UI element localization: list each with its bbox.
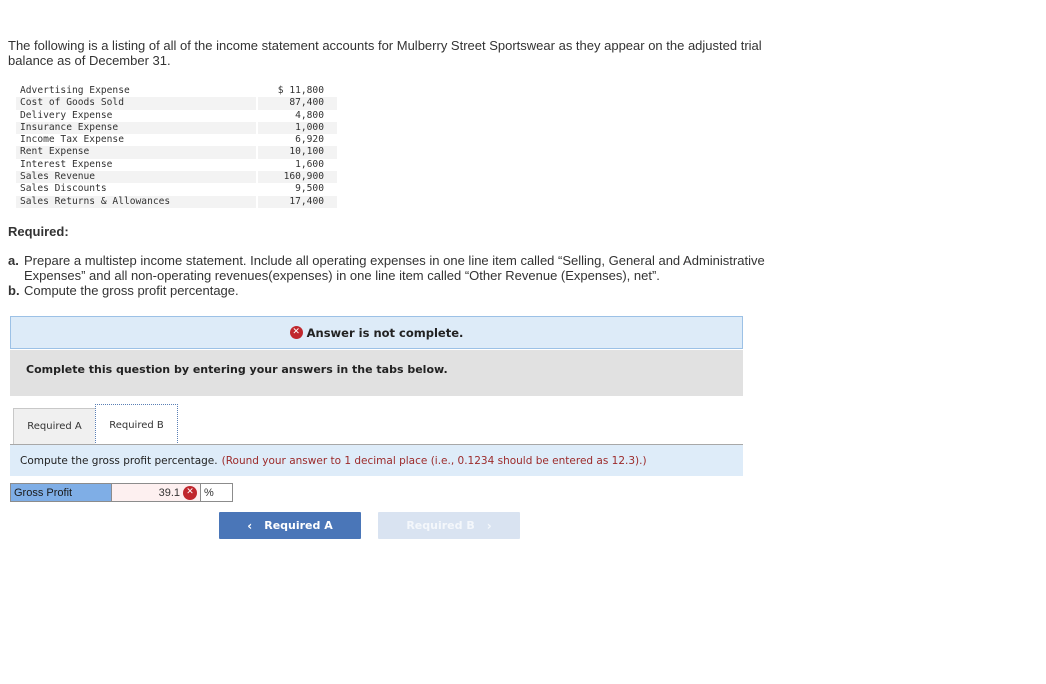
- tab-required-b[interactable]: Required B: [95, 404, 178, 445]
- table-row: Sales Returns & Allowances 17,400: [16, 195, 337, 208]
- table-row: Sales Revenue 160,900: [16, 171, 337, 184]
- table-row: Rent Expense 10,100: [16, 146, 337, 159]
- account-amount: 9,500: [256, 183, 337, 196]
- answer-row: Gross Profit 39.1 ✕ %: [10, 483, 233, 502]
- table-row: Advertising Expense $ 11,800: [16, 85, 337, 98]
- account-amount: 6,920: [256, 134, 337, 147]
- question-text: Compute the gross profit percentage.: [20, 454, 218, 467]
- required-item-a: a. Prepare a multistep income statement. …: [8, 253, 808, 283]
- required-item-b: b. Compute the gross profit percentage.: [8, 283, 808, 298]
- account-amount: 10,100: [256, 146, 337, 159]
- table-row: Sales Discounts 9,500: [16, 183, 337, 196]
- table-row: Cost of Goods Sold 87,400: [16, 97, 337, 110]
- account-amount: 4,800: [256, 109, 337, 122]
- answer-status-text: Answer is not complete.: [306, 325, 464, 340]
- item-text: Prepare a multistep income statement. In…: [24, 253, 765, 283]
- account-name: Insurance Expense: [16, 121, 257, 135]
- item-text: Compute the gross profit percentage.: [24, 283, 239, 298]
- table-row: Interest Expense 1,600: [16, 158, 337, 172]
- accounts-table: Advertising Expense $ 11,800 Cost of Good…: [16, 85, 337, 208]
- percent-unit: %: [201, 483, 233, 502]
- question-bar: Compute the gross profit percentage. (Ro…: [10, 445, 743, 476]
- previous-button-label: Required A: [264, 519, 333, 532]
- account-name: Advertising Expense: [20, 85, 130, 96]
- table-row: Income Tax Expense 6,920: [16, 134, 337, 147]
- item-marker: a.: [8, 253, 19, 268]
- account-amount: $ 11,800: [256, 85, 337, 98]
- gross-profit-input[interactable]: 39.1 ✕: [112, 483, 201, 502]
- account-name: Sales Returns & Allowances: [16, 195, 257, 208]
- account-amount: 17,400: [256, 195, 337, 208]
- next-button-label: Required B: [406, 519, 475, 532]
- error-x-icon: ✕: [289, 326, 303, 339]
- account-name: Delivery Expense: [20, 109, 113, 121]
- chevron-right-icon: ›: [486, 518, 492, 533]
- instructions-text: Complete this question by entering your …: [26, 363, 448, 376]
- next-required-b-button[interactable]: Required B ›: [378, 512, 520, 539]
- account-name: Rent Expense: [16, 146, 257, 159]
- account-name: Sales Revenue: [16, 171, 257, 184]
- account-name: Interest Expense: [20, 158, 113, 170]
- required-heading: Required:: [8, 224, 69, 239]
- item-marker: b.: [8, 283, 20, 298]
- incorrect-x-icon: ✕: [183, 485, 197, 500]
- account-name: Sales Discounts: [20, 183, 107, 195]
- account-amount: 1,000: [256, 121, 337, 135]
- required-list: a. Prepare a multistep income statement. …: [8, 253, 808, 298]
- rounding-hint: (Round your answer to 1 decimal place (i…: [221, 454, 647, 467]
- tab-required-a[interactable]: Required A: [13, 408, 96, 444]
- instructions-box: Complete this question by entering your …: [10, 350, 743, 396]
- previous-required-a-button[interactable]: ‹ Required A: [219, 512, 361, 539]
- chevron-left-icon: ‹: [247, 518, 253, 533]
- gross-profit-value[interactable]: 39.1: [159, 487, 180, 499]
- table-row: Delivery Expense 4,800: [16, 109, 337, 122]
- account-name: Cost of Goods Sold: [16, 97, 257, 110]
- account-amount: 160,900: [256, 171, 337, 184]
- answer-status-banner: ✕ Answer is not complete.: [10, 316, 743, 349]
- problem-intro: The following is a listing of all of the…: [8, 38, 762, 68]
- account-amount: 87,400: [256, 97, 337, 110]
- account-name: Income Tax Expense: [20, 134, 124, 146]
- gross-profit-label: Gross Profit: [10, 483, 112, 502]
- table-row: Insurance Expense 1,000: [16, 121, 337, 135]
- account-amount: 1,600: [256, 158, 337, 172]
